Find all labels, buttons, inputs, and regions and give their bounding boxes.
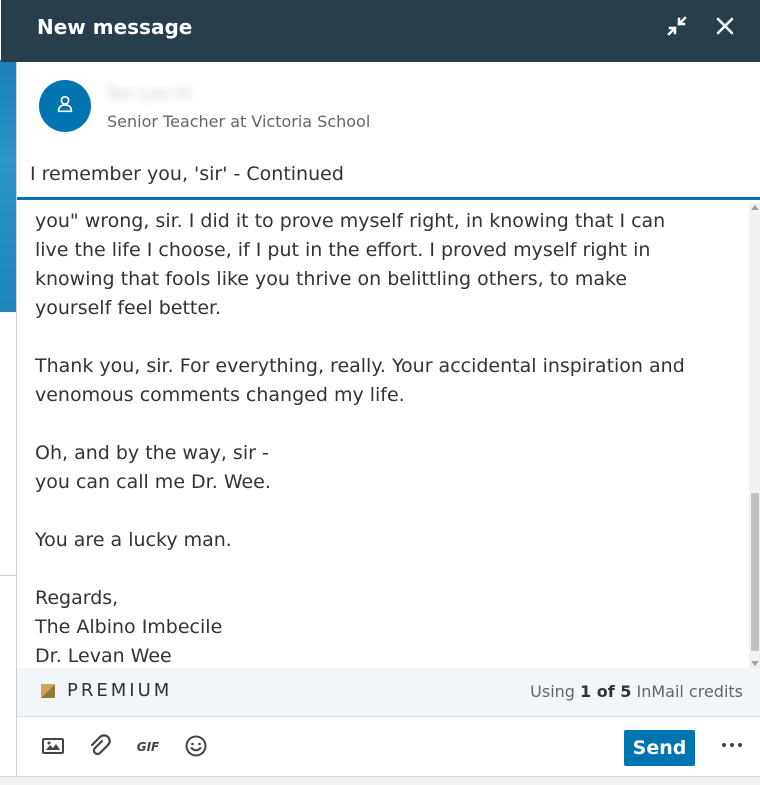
- background-page-edge: [0, 60, 16, 312]
- gif-icon[interactable]: GIF: [135, 733, 161, 759]
- image-icon[interactable]: [40, 733, 66, 759]
- close-icon[interactable]: [713, 14, 737, 38]
- premium-badge-icon: [41, 684, 55, 698]
- message-body[interactable]: you" wrong, sir. I did it to prove mysel…: [35, 207, 735, 668]
- recipient-headline: Senior Teacher at Victoria School: [107, 112, 371, 131]
- scroll-down-arrow[interactable]: [751, 661, 759, 666]
- person-icon: [54, 93, 76, 119]
- message-body-area[interactable]: you" wrong, sir. I did it to prove mysel…: [17, 203, 760, 668]
- attachment-icon[interactable]: [87, 733, 113, 759]
- scroll-up-arrow[interactable]: [751, 205, 759, 210]
- window-title: New message: [37, 15, 193, 39]
- compose-toolbar: GIF Send: [17, 717, 760, 776]
- minimize-icon[interactable]: [665, 14, 689, 38]
- premium-bar: PREMIUM Using 1 of 5 InMail credits: [17, 668, 760, 717]
- compose-header: New message: [1, 0, 760, 62]
- recipient-row: Tan Lee Hi Senior Teacher at Victoria Sc…: [17, 62, 760, 154]
- send-button[interactable]: Send: [624, 730, 695, 766]
- message-scrollbar[interactable]: [749, 203, 760, 668]
- credits-count: 1 of 5: [580, 682, 632, 701]
- gif-label: GIF: [137, 740, 160, 754]
- compose-window: New message Tan Lee Hi Senior Teacher at…: [1, 0, 760, 776]
- more-icon[interactable]: [719, 735, 745, 755]
- background-divider: [0, 575, 16, 576]
- subject-input[interactable]: [28, 162, 732, 186]
- recipient-name[interactable]: Tan Lee Hi: [105, 84, 192, 112]
- emoji-icon[interactable]: [183, 733, 209, 759]
- premium-label: PREMIUM: [67, 680, 173, 701]
- credits-prefix: Using: [530, 682, 581, 701]
- subject-field-container: [17, 154, 760, 200]
- credits-suffix: InMail credits: [631, 682, 743, 701]
- inmail-credits: Using 1 of 5 InMail credits: [530, 682, 743, 701]
- scroll-thumb[interactable]: [751, 493, 759, 651]
- avatar[interactable]: [39, 80, 91, 132]
